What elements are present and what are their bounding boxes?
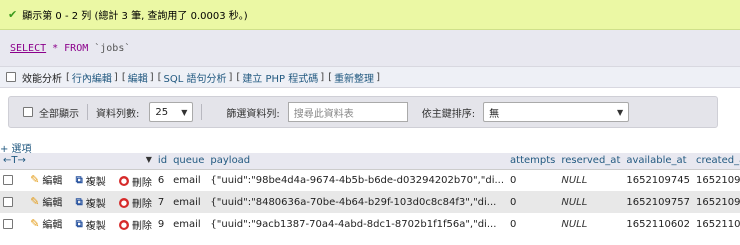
row-checkbox[interactable] <box>3 196 13 207</box>
chevron-down-icon: ▼ <box>616 107 624 117</box>
cell-created-at[interactable]: 1652110602 <box>692 213 740 235</box>
inline-edit-link[interactable]: 行內編輯 <box>72 70 112 85</box>
pencil-icon: ✎ <box>30 173 40 186</box>
cell-id[interactable]: 9 <box>154 213 171 235</box>
table-row: ✎ 編輯 ⧉ 複製 ● 刪除 7 email {"uuid":"8480636a-70… <box>0 191 740 213</box>
table-row: ✎ 編輯 ⧉ 複製 ● 刪除 6 email {"uuid":"98be4d4a-96… <box>0 169 740 191</box>
cell-attempts[interactable]: 0 <box>507 169 559 191</box>
edit-button[interactable]: ✎ 編輯 <box>30 216 62 231</box>
table-header-row: ←T→ ▼ id queue payload attempts reserved… <box>0 153 740 170</box>
cell-created-at[interactable]: 1652109757 <box>692 191 740 213</box>
query-toolbar: 效能分析 [行內編輯] [編輯] [SQL 語句分析] [建立 PHP 程式碼]… <box>0 66 740 88</box>
filter-rows-input[interactable]: 搜尋此資料表 <box>287 102 408 122</box>
table-row: ✎ 編輯 ⧉ 複製 ● 刪除 9 email {"uuid":"9acb1387-70… <box>0 213 740 235</box>
sql-from-keyword: FROM <box>64 42 89 54</box>
cell-queue[interactable]: email <box>170 213 208 235</box>
delete-icon: ● <box>118 219 129 230</box>
sql-star: * <box>52 42 59 54</box>
rows-count-select[interactable]: 25 ▼ <box>149 102 194 122</box>
copy-button[interactable]: ⧉ 複製 <box>76 217 106 232</box>
edit-button[interactable]: ✎ 編輯 <box>30 194 62 209</box>
cell-available-at[interactable]: 1652110602 <box>623 213 693 235</box>
cell-payload[interactable]: {"uuid":"98be4d4a-9674-4b5b-b6de-d032942… <box>207 169 508 191</box>
profiling-label: 效能分析 <box>22 73 62 85</box>
cell-created-at[interactable]: 1652109745 <box>692 169 740 191</box>
cell-id[interactable]: 6 <box>154 169 171 191</box>
delete-icon: ● <box>118 176 129 186</box>
filter-rows-label: 篩選資料列: <box>226 108 280 120</box>
chevron-down-icon: ▼ <box>181 107 188 117</box>
refresh-link[interactable]: 重新整理 <box>334 70 374 85</box>
delete-icon: ● <box>118 197 129 208</box>
column-header-available-at[interactable]: available_at <box>623 153 693 170</box>
cell-queue[interactable]: email <box>170 169 208 191</box>
cell-available-at[interactable]: 1652109745 <box>623 169 693 191</box>
copy-icon: ⧉ <box>75 218 83 230</box>
explain-sql-link[interactable]: SQL 語句分析 <box>164 70 227 85</box>
sort-by-key-label: 依主鍵排序: <box>421 108 476 120</box>
row-actions: ✎ 編輯 ⧉ 複製 ● 刪除 <box>0 169 155 191</box>
column-header-payload[interactable]: payload <box>207 153 508 170</box>
copy-button[interactable]: ⧉ 複製 <box>76 195 106 210</box>
row-actions: ✎ 編輯 ⧉ 複製 ● 刪除 <box>0 191 155 213</box>
delete-button[interactable]: ● 刪除 <box>118 217 152 232</box>
create-php-code-link[interactable]: 建立 PHP 程式碼 <box>242 70 318 85</box>
column-header-created-at[interactable]: created_at <box>692 153 740 170</box>
row-actions: ✎ 編輯 ⧉ 複製 ● 刪除 <box>0 213 155 235</box>
cell-reserved-at[interactable]: NULL <box>558 213 624 235</box>
sql-table-name: `jobs` <box>94 42 131 54</box>
show-all-checkbox[interactable] <box>23 107 33 117</box>
cell-id[interactable]: 7 <box>154 191 171 213</box>
success-message-bar: ✔ 顯示第 0 - 2 列 (總計 3 筆, 查詢用了 0.0003 秒。) <box>0 0 740 30</box>
edit-button[interactable]: ✎ 編輯 <box>30 172 62 187</box>
pencil-icon: ✎ <box>30 216 40 230</box>
cell-reserved-at[interactable]: NULL <box>558 191 624 213</box>
edit-link[interactable]: 編輯 <box>128 70 148 85</box>
cell-attempts[interactable]: 0 <box>507 213 559 235</box>
results-table: ←T→ ▼ id queue payload attempts reserved… <box>0 153 740 235</box>
cell-payload[interactable]: {"uuid":"9acb1387-70a4-4abd-8dc1-8702b1f… <box>207 213 508 235</box>
column-header-attempts[interactable]: attempts <box>507 153 559 170</box>
delete-button[interactable]: ● 刪除 <box>118 174 152 189</box>
profiling-checkbox[interactable] <box>6 72 16 82</box>
checkmark-icon: ✔ <box>8 8 18 21</box>
column-header-queue[interactable]: queue <box>170 153 208 170</box>
cell-queue[interactable]: email <box>170 191 208 213</box>
show-all-label: 全部顯示 <box>39 108 79 120</box>
sort-by-key-select[interactable]: 無 ▼ <box>483 102 630 122</box>
copy-icon: ⧉ <box>75 175 83 186</box>
cell-payload[interactable]: {"uuid":"8480636a-70be-4b64-b29f-103d0c8… <box>207 191 508 213</box>
column-header-reserved-at[interactable]: reserved_at <box>558 153 624 170</box>
sql-query-box: SELECT * FROM `jobs` <box>0 30 740 66</box>
cell-reserved-at[interactable]: NULL <box>558 169 624 191</box>
rows-count-label: 資料列數: <box>96 108 140 120</box>
navigation-panel: 全部顯示 資料列數: 25 ▼ 篩選資料列: 搜尋此資料表 依主鍵排序: 無 ▼ <box>8 96 718 128</box>
copy-button[interactable]: ⧉ 複製 <box>76 173 106 188</box>
pencil-icon: ✎ <box>30 194 40 208</box>
cell-available-at[interactable]: 1652109757 <box>623 191 693 213</box>
sql-select-keyword[interactable]: SELECT <box>10 43 46 54</box>
cell-attempts[interactable]: 0 <box>507 191 559 213</box>
column-header-id[interactable]: id <box>154 153 171 170</box>
column-resize-arrows[interactable]: ←T→ ▼ <box>0 153 155 170</box>
copy-icon: ⧉ <box>75 196 83 208</box>
delete-button[interactable]: ● 刪除 <box>118 195 152 210</box>
sort-triangle-icon: ▼ <box>145 155 152 165</box>
row-checkbox[interactable] <box>3 175 13 185</box>
success-message-text: 顯示第 0 - 2 列 (總計 3 筆, 查詢用了 0.0003 秒。) <box>22 11 248 22</box>
row-checkbox[interactable] <box>3 218 13 229</box>
